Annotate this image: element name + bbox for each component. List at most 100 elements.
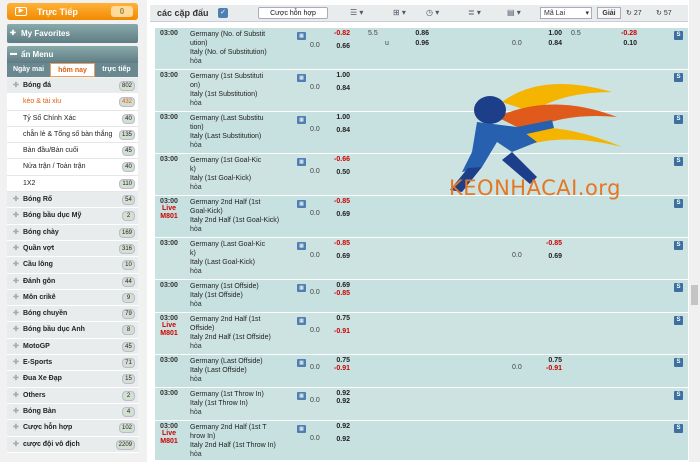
away-odds[interactable]: 0.66 bbox=[328, 43, 350, 50]
sidebar-item[interactable]: ✚ Bóng bầu dục Anh 8 bbox=[7, 322, 138, 339]
sidebar-item[interactable]: ✚Nửa trận / Toàn trận40 bbox=[7, 159, 138, 176]
bet-slip-button[interactable]: S bbox=[674, 316, 683, 325]
home-odds[interactable]: 0.75 bbox=[328, 315, 350, 322]
odds-type-select[interactable]: Mã Lai ▾ bbox=[540, 7, 592, 19]
home-odds[interactable]: 0.69 bbox=[328, 282, 350, 289]
favorites-header[interactable]: ✚ My Favorites bbox=[7, 24, 138, 43]
clock-icon[interactable]: ◷ ▾ bbox=[426, 8, 439, 17]
list-view-icon[interactable]: ☰ ▾ bbox=[350, 8, 363, 17]
sidebar-item[interactable]: ✚ Others 2 bbox=[7, 387, 138, 404]
bet-slip-button[interactable]: S bbox=[674, 283, 683, 292]
away-odds[interactable]: 0.84 bbox=[328, 127, 350, 134]
bet-slip-button[interactable]: S bbox=[674, 424, 683, 433]
h1-home-odds[interactable]: 0.75 bbox=[540, 357, 562, 364]
menu-header[interactable]: ▬ ẩn Menu bbox=[7, 46, 138, 63]
tab-today[interactable]: hôm nay bbox=[50, 63, 95, 77]
h1-under-odds[interactable]: 0.10 bbox=[615, 40, 637, 47]
scroll-thumb[interactable] bbox=[691, 285, 698, 305]
sidebar-item[interactable]: ✚ E-Sports 71 bbox=[7, 355, 138, 372]
sidebar-item[interactable]: ✚ MotoGP 45 bbox=[7, 338, 138, 356]
home-odds[interactable]: -0.82 bbox=[328, 30, 350, 37]
tab-tomorrow[interactable]: Ngày mai bbox=[7, 63, 50, 77]
stats-icon[interactable]: ▦ bbox=[297, 200, 306, 208]
h1-home-odds[interactable]: -0.85 bbox=[540, 240, 562, 247]
stats-icon[interactable]: ▦ bbox=[297, 284, 306, 292]
sidebar-item[interactable]: ✚ Quần vợt 316 bbox=[7, 240, 138, 258]
home-odds[interactable]: 1.00 bbox=[328, 72, 350, 79]
home-odds[interactable]: 0.75 bbox=[328, 357, 350, 364]
away-odds[interactable]: 0.92 bbox=[328, 398, 350, 405]
h1-away-odds[interactable]: 0.84 bbox=[540, 40, 562, 47]
home-odds[interactable]: -0.85 bbox=[328, 240, 350, 247]
bet-slip-button[interactable]: S bbox=[674, 115, 683, 124]
away-odds[interactable]: 0.69 bbox=[328, 211, 350, 218]
sidebar-item[interactable]: ✚ Bóng chuyền 79 bbox=[7, 306, 138, 323]
bet-slip-button[interactable]: S bbox=[674, 199, 683, 208]
bet-slip-button[interactable]: S bbox=[674, 241, 683, 250]
match-time: 03:00 bbox=[155, 30, 183, 37]
tab-live[interactable]: trực tiếp bbox=[95, 63, 138, 77]
teams: Germany (1st Offside) Italy (1st Offside)… bbox=[190, 282, 297, 309]
sidebar-item[interactable]: ✚1X2110 bbox=[7, 175, 138, 193]
stats-icon[interactable]: ▦ bbox=[297, 359, 306, 367]
scrollbar[interactable] bbox=[689, 0, 700, 462]
stats-icon[interactable]: ▦ bbox=[297, 392, 306, 400]
refresh-counter-2[interactable]: ↻ 57 bbox=[656, 9, 672, 17]
sidebar-item[interactable]: ✚ Bóng đá 802 bbox=[7, 78, 138, 95]
sidebar-item[interactable]: ✚ Bóng Bàn 4 bbox=[7, 403, 138, 421]
stats-icon[interactable]: ▦ bbox=[297, 116, 306, 124]
home-odds[interactable]: 1.00 bbox=[328, 114, 350, 121]
sidebar-item[interactable]: ✚ Môn crikê 9 bbox=[7, 289, 138, 307]
home-odds[interactable]: 0.92 bbox=[328, 390, 350, 397]
home-odds[interactable]: -0.66 bbox=[328, 156, 350, 163]
sidebar-item-label: Môn crikê bbox=[23, 293, 56, 301]
over-odds[interactable]: 0.86 bbox=[407, 30, 429, 37]
h1-away-odds[interactable]: -0.91 bbox=[540, 365, 562, 372]
stats-icon[interactable]: ▦ bbox=[297, 158, 306, 166]
grid-view-icon[interactable]: ⊞ ▾ bbox=[393, 8, 406, 17]
h1-over-odds[interactable]: -0.28 bbox=[615, 30, 637, 37]
parlay-button[interactable]: Cược hỗn hợp bbox=[258, 7, 328, 19]
stats-icon[interactable]: ▦ bbox=[297, 242, 306, 250]
away-odds[interactable]: -0.91 bbox=[328, 365, 350, 372]
odds-type-value: Mã Lai bbox=[544, 10, 566, 17]
h1-home-odds[interactable]: 1.00 bbox=[540, 30, 562, 37]
refresh-counter-1[interactable]: ↻ 27 bbox=[626, 9, 642, 17]
sidebar-item[interactable]: ✚ Bóng chày 169 bbox=[7, 224, 138, 241]
sidebar-item[interactable]: ✚ Bóng bầu dục Mỹ 2 bbox=[7, 208, 138, 225]
stats-icon[interactable]: ▦ bbox=[297, 32, 306, 40]
away-odds[interactable]: -0.85 bbox=[328, 290, 350, 297]
bet-slip-button[interactable]: S bbox=[674, 358, 683, 367]
select-all-checkbox[interactable]: ✓ bbox=[218, 8, 228, 18]
stats-icon[interactable]: ▦ bbox=[297, 74, 306, 82]
away-odds[interactable]: 0.84 bbox=[328, 85, 350, 92]
bet-slip-button[interactable]: S bbox=[674, 31, 683, 40]
stats-icon[interactable]: ▦ bbox=[297, 317, 306, 325]
sidebar-item[interactable]: ✚ Đua Xe Đạp 15 bbox=[7, 371, 138, 388]
solve-button[interactable]: Giải bbox=[597, 7, 621, 19]
away-odds[interactable]: 0.92 bbox=[328, 436, 350, 443]
sort-icon[interactable]: ≣ ▾ bbox=[468, 8, 481, 17]
bet-slip-button[interactable]: S bbox=[674, 157, 683, 166]
sidebar-item[interactable]: ✚chẵn lẻ & Tổng số bàn thắng135 bbox=[7, 126, 138, 144]
away-odds[interactable]: 0.69 bbox=[328, 253, 350, 260]
sidebar-item[interactable]: ✚Tỷ Số Chính Xác40 bbox=[7, 110, 138, 127]
h1-away-odds[interactable]: 0.69 bbox=[540, 253, 562, 260]
live-button[interactable]: ▶ Trực Tiếp 0 bbox=[7, 3, 138, 20]
sidebar-item[interactable]: ✚ Đánh gôn 44 bbox=[7, 273, 138, 290]
under-odds[interactable]: 0.96 bbox=[407, 40, 429, 47]
away-odds[interactable]: 0.50 bbox=[328, 169, 350, 176]
sidebar-item[interactable]: ✚ Cầu lông 10 bbox=[7, 257, 138, 274]
sidebar-item[interactable]: ✚ Bóng Rổ 54 bbox=[7, 192, 138, 209]
stats-icon[interactable]: ▦ bbox=[297, 425, 306, 433]
sidebar-item[interactable]: ✚ Cược hỗn hợp 102 bbox=[7, 420, 138, 437]
home-odds[interactable]: 0.92 bbox=[328, 423, 350, 430]
home-odds[interactable]: -0.85 bbox=[328, 198, 350, 205]
sidebar-item[interactable]: ✚kèo & tài xỉu432 bbox=[7, 94, 138, 111]
bet-slip-button[interactable]: S bbox=[674, 73, 683, 82]
sidebar-item[interactable]: ✚Bàn đầu/Bàn cuối45 bbox=[7, 143, 138, 160]
away-odds[interactable]: -0.91 bbox=[328, 328, 350, 335]
bet-slip-button[interactable]: S bbox=[674, 391, 683, 400]
filter-icon[interactable]: ▤ ▾ bbox=[507, 8, 521, 17]
sidebar-item[interactable]: ✚ cược đội vô địch 2209 bbox=[7, 436, 138, 453]
